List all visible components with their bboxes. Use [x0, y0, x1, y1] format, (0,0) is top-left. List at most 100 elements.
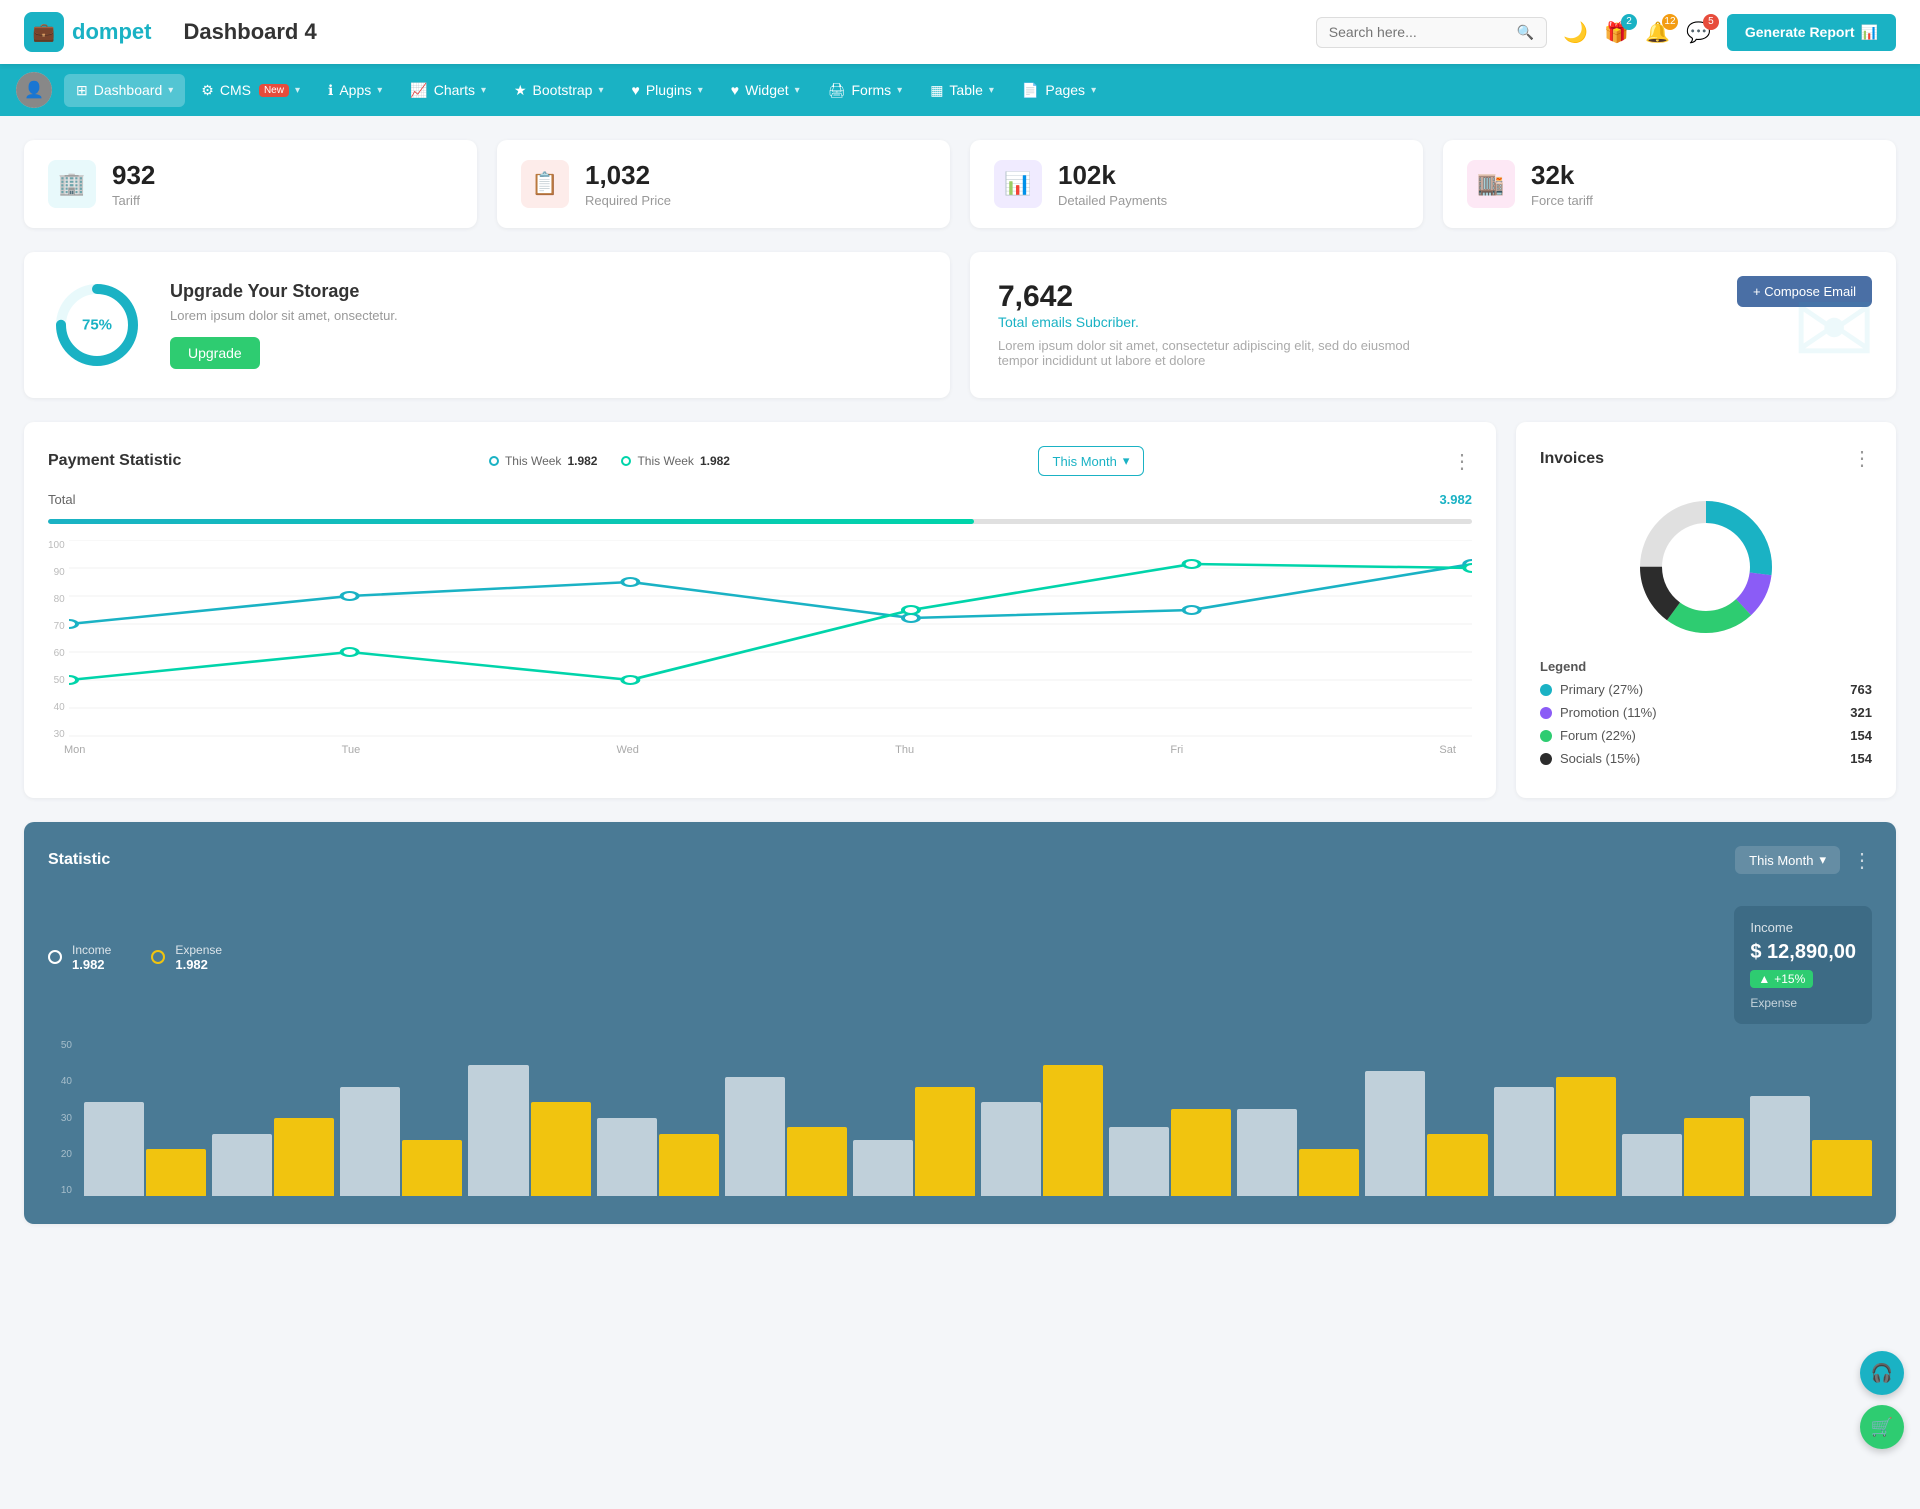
statistic-card: Statistic This Month ▾ ⋮ Income 1.982	[24, 822, 1896, 1224]
support-fab-button[interactable]: 🎧	[1860, 1351, 1904, 1395]
chevron-down-icon-charts: ▾	[481, 85, 486, 96]
generate-report-button[interactable]: Generate Report 📊	[1727, 14, 1896, 51]
payment-kebab-menu[interactable]: ⋮	[1452, 449, 1472, 474]
bar-group	[853, 1040, 975, 1196]
storage-title: Upgrade Your Storage	[170, 281, 398, 302]
nav-item-charts[interactable]: 📈 Charts ▾	[398, 74, 498, 107]
income-change-value: +15%	[1774, 972, 1805, 986]
cms-icon: ⚙	[201, 82, 214, 99]
income-panel-title: Income	[1750, 920, 1856, 935]
nav-item-widget[interactable]: ♥ Widget ▾	[719, 74, 812, 106]
bar-group	[468, 1040, 590, 1196]
invoice-legend: Legend Primary (27%) 763 Promotion (11%)…	[1540, 659, 1872, 766]
income-change-badge: ▲ +15%	[1750, 970, 1813, 988]
bar-yellow	[274, 1118, 334, 1196]
gift-badge: 2	[1621, 14, 1637, 30]
x-axis-labels: Mon Tue Wed Thu Fri Sat	[48, 744, 1472, 756]
header-right: 🔍 🌙 🎁 2 🔔 12 💬 5 Generate Report 📊	[1316, 14, 1896, 51]
legend-label-week1: This Week	[505, 454, 561, 468]
bar-group	[597, 1040, 719, 1196]
apps-icon: ℹ	[328, 82, 333, 99]
storage-info: Upgrade Your Storage Lorem ipsum dolor s…	[170, 281, 398, 369]
charts-icon: 📈	[410, 82, 427, 99]
forum-color	[1540, 730, 1552, 742]
bar-white	[1750, 1096, 1810, 1196]
bar-yellow	[1556, 1077, 1616, 1196]
forum-label: Forum (22%)	[1560, 728, 1850, 743]
statistic-kebab-menu[interactable]: ⋮	[1852, 848, 1872, 873]
nav-item-pages[interactable]: 📄 Pages ▾	[1010, 74, 1108, 107]
bar-chart: 50 40 30 20 10	[48, 1040, 1872, 1200]
bar-white	[1109, 1127, 1169, 1196]
income-legend-dot	[48, 950, 62, 964]
nav-item-dashboard[interactable]: ⊞ Dashboard ▾	[64, 74, 185, 107]
bar-white	[725, 1077, 785, 1196]
nav-label-table: Table	[949, 82, 982, 98]
bar-chart-inner	[84, 1040, 1872, 1196]
nav-item-bootstrap[interactable]: ★ Bootstrap ▾	[502, 74, 616, 107]
theme-toggle[interactable]: 🌙	[1563, 20, 1588, 45]
income-legend-item: Income 1.982	[48, 943, 111, 972]
main-content: 🏢 932 Tariff 📋 1,032 Required Price 📊 10…	[0, 116, 1920, 1248]
promotion-label: Promotion (11%)	[1560, 705, 1850, 720]
stat-info-tariff: 932 Tariff	[112, 160, 155, 208]
nav-item-plugins[interactable]: ♥ Plugins ▾	[620, 74, 715, 106]
required-price-value: 1,032	[585, 160, 671, 191]
payment-filter-button[interactable]: This Month ▾	[1038, 446, 1145, 476]
bar-group	[725, 1040, 847, 1196]
search-input[interactable]	[1329, 24, 1509, 40]
legend-val-week2: 1.982	[700, 454, 730, 468]
nav-item-table[interactable]: ▦ Table ▾	[918, 74, 1006, 107]
tariff-value: 932	[112, 160, 155, 191]
nav-label-cms: CMS	[220, 82, 251, 98]
nav-label-dashboard: Dashboard	[94, 82, 163, 98]
invoices-title: Invoices	[1540, 450, 1604, 468]
income-panel-container: Income $ 12,890,00 ▲ +15% Expense	[1734, 890, 1872, 1024]
gift-icon-btn[interactable]: 🎁 2	[1604, 20, 1629, 45]
bar-chart-y-axis: 50 40 30 20 10	[48, 1040, 72, 1196]
stat-cards-row: 🏢 932 Tariff 📋 1,032 Required Price 📊 10…	[24, 140, 1896, 228]
legend-dot-week2	[621, 456, 631, 466]
logo-text: dompet	[72, 19, 151, 45]
promotion-value: 321	[1850, 705, 1872, 720]
chat-icon-btn[interactable]: 💬 5	[1686, 20, 1711, 45]
bar-yellow	[146, 1149, 206, 1196]
upgrade-button[interactable]: Upgrade	[170, 337, 260, 369]
nav-label-bootstrap: Bootstrap	[533, 82, 593, 98]
nav-item-apps[interactable]: ℹ Apps ▾	[316, 74, 394, 107]
bar-group	[1622, 1040, 1744, 1196]
bar-white	[1622, 1134, 1682, 1196]
search-box[interactable]: 🔍	[1316, 17, 1547, 48]
nav-avatar: 👤	[16, 72, 52, 108]
expense-legend-label: Expense	[175, 943, 222, 957]
statistic-month-filter[interactable]: This Month ▾	[1735, 846, 1840, 874]
charts-row: Payment Statistic This Week 1.982 This W…	[24, 422, 1896, 798]
legend-dot-week1	[489, 456, 499, 466]
stat-info-force-tariff: 32k Force tariff	[1531, 160, 1593, 208]
up-arrow-icon: ▲	[1758, 972, 1770, 986]
legend-title: Legend	[1540, 659, 1872, 674]
bar-white	[597, 1118, 657, 1196]
bar-yellow	[1299, 1149, 1359, 1196]
nav-item-forms[interactable]: 🖨 Forms ▾	[816, 74, 914, 107]
storage-description: Lorem ipsum dolor sit amet, onsectetur.	[170, 308, 398, 323]
invoice-legend-forum: Forum (22%) 154	[1540, 728, 1872, 743]
bell-icon-btn[interactable]: 🔔 12	[1645, 20, 1670, 45]
force-tariff-label: Force tariff	[1531, 193, 1593, 208]
required-price-label: Required Price	[585, 193, 671, 208]
cart-fab-button[interactable]: 🛒	[1860, 1405, 1904, 1449]
forum-value: 154	[1850, 728, 1872, 743]
storage-card: 75% Upgrade Your Storage Lorem ipsum dol…	[24, 252, 950, 398]
bar-group	[981, 1040, 1103, 1196]
bar-yellow	[402, 1140, 462, 1196]
income-panel-value: $ 12,890,00	[1750, 941, 1856, 964]
nav-item-cms[interactable]: ⚙ CMS New ▾	[189, 74, 312, 107]
bar-white	[853, 1140, 913, 1196]
invoice-legend-primary: Primary (27%) 763	[1540, 682, 1872, 697]
invoices-kebab-menu[interactable]: ⋮	[1852, 446, 1872, 471]
email-subtitle: Total emails Subcriber.	[998, 314, 1868, 330]
pages-icon: 📄	[1022, 82, 1039, 99]
chevron-down-icon-forms: ▾	[897, 85, 902, 96]
promotion-color	[1540, 707, 1552, 719]
bar-group	[1237, 1040, 1359, 1196]
